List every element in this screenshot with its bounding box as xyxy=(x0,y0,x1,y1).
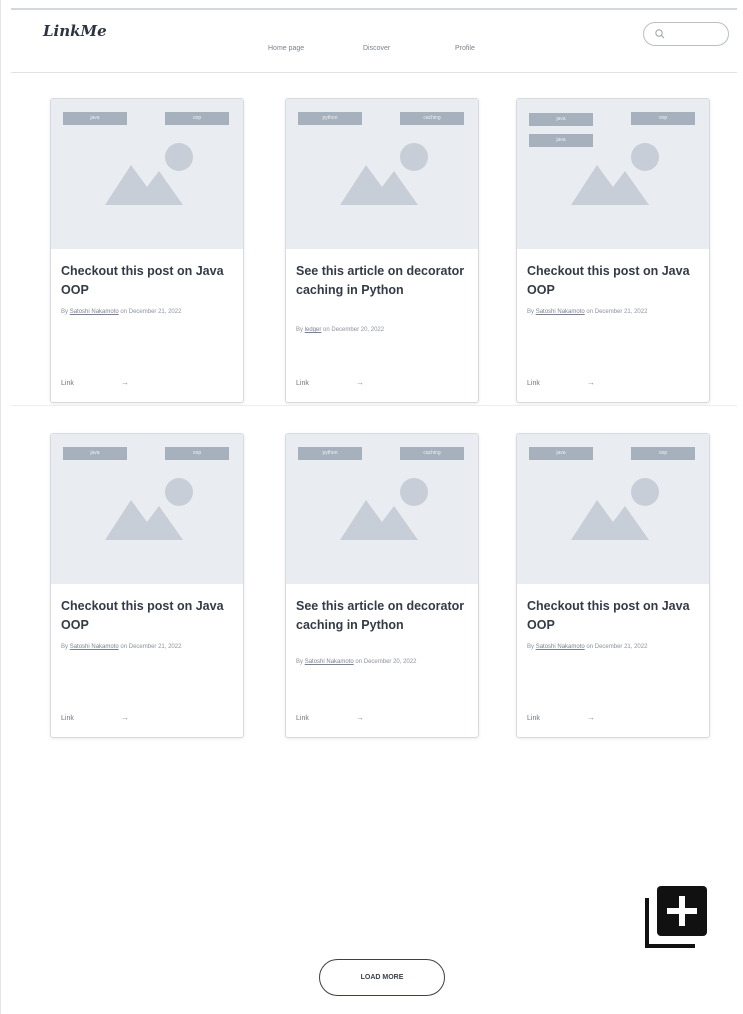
tag-badge[interactable]: java xyxy=(63,112,127,125)
card-image-placeholder: java OOP xyxy=(51,434,243,584)
article-card[interactable]: PYTHON CACHING See this article on decor… xyxy=(285,433,479,738)
card-meta: By ledger on December 20, 2022 xyxy=(296,327,476,333)
add-to-collection-button[interactable] xyxy=(645,884,709,948)
arrow-right-icon[interactable]: → xyxy=(356,378,364,387)
card-title[interactable]: See this article on decorator caching in… xyxy=(296,262,472,300)
meta-date: on December 21, 2022 xyxy=(586,644,648,650)
author-link[interactable]: Satoshi Nakamoto xyxy=(305,659,354,665)
meta-prefix: By xyxy=(527,309,535,315)
tag-badge[interactable]: OOP xyxy=(631,112,695,125)
meta-prefix: By xyxy=(296,327,304,333)
search-box[interactable] xyxy=(643,22,729,46)
tag-badge[interactable]: OOP xyxy=(631,447,695,460)
image-placeholder-icon xyxy=(571,143,659,205)
meta-prefix: By xyxy=(61,309,69,315)
card-link[interactable]: Link xyxy=(527,715,540,722)
load-more-button[interactable]: LOAD MORE xyxy=(319,959,445,996)
meta-date: on December 20, 2022 xyxy=(355,659,417,665)
tag-badge[interactable]: OOP xyxy=(165,447,229,460)
image-placeholder-icon xyxy=(340,478,428,540)
author-link[interactable]: Satoshi Nakamoto xyxy=(536,309,585,315)
tag-badge[interactable]: OOP xyxy=(165,112,229,125)
author-link[interactable]: Satoshi Nakamoto xyxy=(70,644,119,650)
row-divider xyxy=(11,405,737,406)
tag-badge[interactable]: java xyxy=(529,113,593,126)
card-link[interactable]: Link xyxy=(61,715,74,722)
card-meta: By Satoshi Nakamoto on December 21, 2022 xyxy=(527,644,707,650)
page: LinkMe Home page Discover Profile java O… xyxy=(0,0,743,1014)
tag-badge[interactable]: PYTHON xyxy=(298,112,362,125)
meta-date: on December 21, 2022 xyxy=(586,309,648,315)
card-title[interactable]: Checkout this post on Java OOP xyxy=(527,597,703,635)
tag-badge[interactable]: java xyxy=(63,447,127,460)
article-card[interactable]: java OOP Checkout this post on Java OOP … xyxy=(50,433,244,738)
article-card[interactable]: java OOP Checkout this post on Java OOP … xyxy=(50,98,244,403)
nav-item-discover[interactable]: Discover xyxy=(363,45,390,52)
meta-date: on December 21, 2022 xyxy=(120,309,182,315)
card-meta: By Satoshi Nakamoto on December 20, 2022 xyxy=(296,659,476,665)
author-link[interactable]: Satoshi Nakamoto xyxy=(70,309,119,315)
image-placeholder-icon xyxy=(105,143,193,205)
meta-date: on December 20, 2022 xyxy=(323,327,385,333)
card-meta: By Satoshi Nakamoto on December 21, 2022 xyxy=(61,644,241,650)
arrow-right-icon[interactable]: → xyxy=(121,378,129,387)
card-image-placeholder: PYTHON CACHING xyxy=(286,434,478,584)
article-card[interactable]: java OOP Checkout this post on Java OOP … xyxy=(516,433,710,738)
arrow-right-icon[interactable]: → xyxy=(356,713,364,722)
add-to-collection-icon xyxy=(645,886,707,948)
card-image-placeholder: PYTHON CACHING xyxy=(286,99,478,249)
article-card[interactable]: java OOP java Checkout this post on Java… xyxy=(516,98,710,403)
card-meta: By Satoshi Nakamoto on December 21, 2022 xyxy=(527,309,707,315)
card-link[interactable]: Link xyxy=(296,715,309,722)
tag-badge[interactable]: java xyxy=(529,447,593,460)
tag-badge[interactable]: CACHING xyxy=(400,447,464,460)
card-link[interactable]: Link xyxy=(527,380,540,387)
card-title[interactable]: Checkout this post on Java OOP xyxy=(61,597,237,635)
image-placeholder-icon xyxy=(571,478,659,540)
tag-badge[interactable]: CACHING xyxy=(400,112,464,125)
card-image-placeholder: java OOP xyxy=(517,434,709,584)
card-title[interactable]: Checkout this post on Java OOP xyxy=(527,262,703,300)
nav-item-profile[interactable]: Profile xyxy=(455,45,475,52)
nav-item-home-page[interactable]: Home page xyxy=(268,45,304,52)
meta-prefix: By xyxy=(527,644,535,650)
meta-prefix: By xyxy=(296,659,304,665)
search-input[interactable] xyxy=(668,26,726,44)
card-meta: By Satoshi Nakamoto on December 21, 2022 xyxy=(61,309,241,315)
meta-date: on December 21, 2022 xyxy=(120,644,182,650)
article-card[interactable]: PYTHON CACHING See this article on decor… xyxy=(285,98,479,403)
meta-prefix: By xyxy=(61,644,69,650)
card-title[interactable]: Checkout this post on Java OOP xyxy=(61,262,237,300)
card-link[interactable]: Link xyxy=(296,380,309,387)
author-link[interactable]: ledger xyxy=(305,327,322,333)
image-placeholder-icon xyxy=(340,143,428,205)
card-image-placeholder: java OOP java xyxy=(517,99,709,249)
arrow-right-icon[interactable]: → xyxy=(121,713,129,722)
arrow-right-icon[interactable]: → xyxy=(587,378,595,387)
search-icon xyxy=(655,29,665,39)
arrow-right-icon[interactable]: → xyxy=(587,713,595,722)
card-image-placeholder: java OOP xyxy=(51,99,243,249)
author-link[interactable]: Satoshi Nakamoto xyxy=(536,644,585,650)
image-placeholder-icon xyxy=(105,478,193,540)
top-navigation-bar: LinkMe Home page Discover Profile xyxy=(11,8,737,73)
tag-badge[interactable]: PYTHON xyxy=(298,447,362,460)
card-title[interactable]: See this article on decorator caching in… xyxy=(296,597,472,635)
app-logo[interactable]: LinkMe xyxy=(43,22,107,40)
card-link[interactable]: Link xyxy=(61,380,74,387)
